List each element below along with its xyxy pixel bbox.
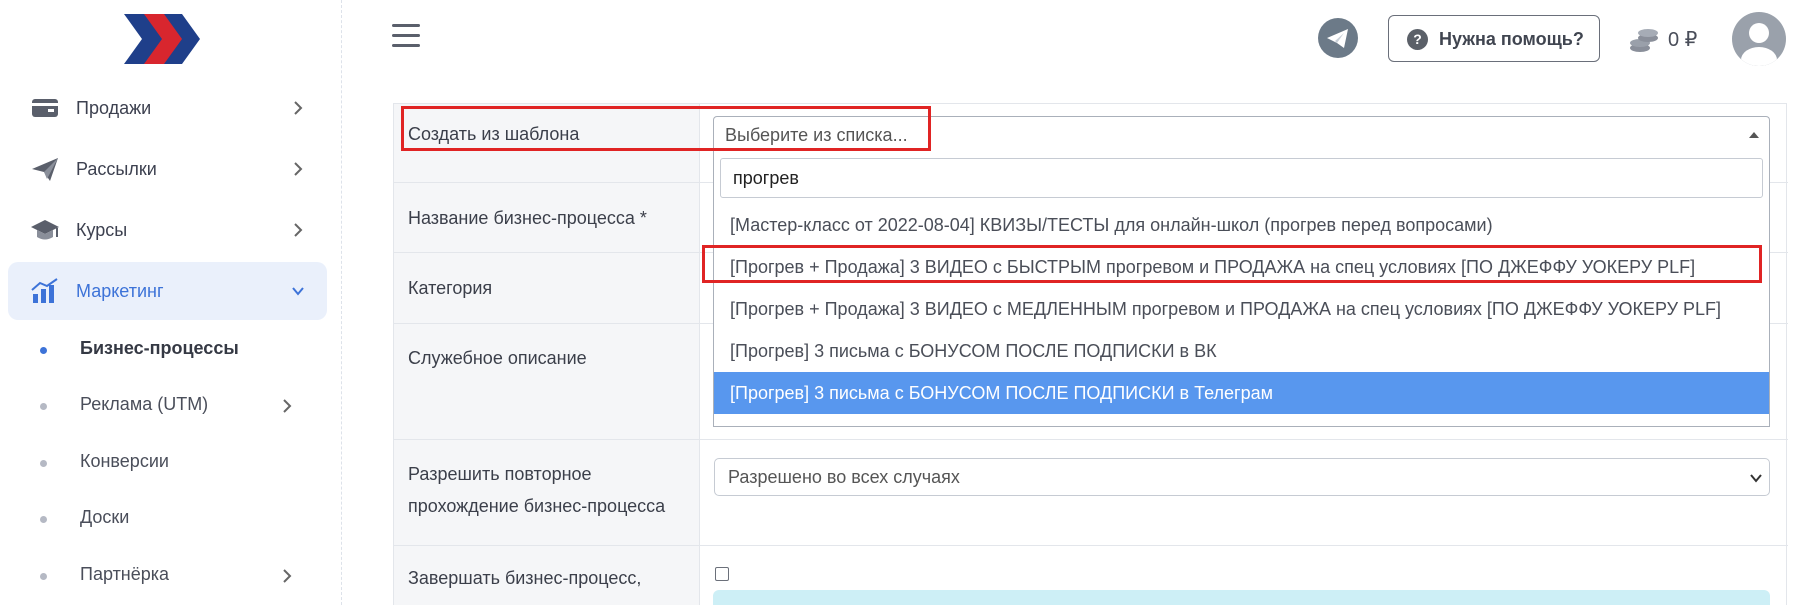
template-option[interactable]: [Прогрев + Продажа] 3 ВИДЕО с МЕДЛЕННЫМ …: [714, 288, 1769, 330]
repeat-policy-value: Разрешено во всех случаях: [728, 467, 960, 487]
field-label-unsubscribe-line2: если контакт отписался от: [408, 594, 629, 605]
field-label-template: Создать из шаблона: [408, 124, 580, 144]
field-label-name: Название бизнес-процесса *: [408, 208, 647, 228]
sidebar-item-courses[interactable]: Курсы: [8, 201, 327, 259]
field-label-description: Служебное описание: [408, 348, 587, 368]
field-label-unsubscribe-line1: Завершать бизнес-процесс,: [408, 568, 642, 588]
user-icon: [1741, 23, 1777, 66]
template-select-placeholder: Выберите из списка...: [725, 125, 908, 145]
telegram-icon: [1327, 29, 1348, 48]
field-label-category: Категория: [408, 278, 493, 298]
chevron-down-icon: [1750, 474, 1762, 483]
bullet-icon: [40, 460, 47, 467]
sidebar-item-label: Курсы: [76, 219, 128, 240]
chart-icon: [30, 277, 60, 305]
info-alert: [713, 590, 1770, 605]
chevron-right-icon: [291, 99, 305, 117]
bullet-icon: [40, 516, 47, 523]
help-button[interactable]: ? Нужна помощь?: [1388, 15, 1600, 62]
hamburger-icon: [392, 34, 420, 37]
form-row-repeat: Разрешить повторное прохождение бизнес-п…: [394, 440, 1788, 546]
sidebar-item-label: Маркетинг: [76, 280, 164, 301]
sidebar-subitem-ads-utm[interactable]: Реклама (UTM): [0, 380, 327, 432]
template-option[interactable]: [Прогрев + Продажа] 3 ВИДЕО с БЫСТРЫМ пр…: [714, 246, 1769, 288]
sidebar-item-label: Рассылки: [76, 158, 157, 179]
template-select[interactable]: Выберите из списка...: [713, 116, 1770, 152]
template-option[interactable]: [Прогрев] 3 письма с БОНУСОМ ПОСЛЕ ПОДПИ…: [714, 330, 1769, 372]
sidebar-subitem-label: Конверсии: [80, 451, 169, 471]
hamburger-icon: [392, 24, 420, 27]
sidebar-subitem-label: Партнёрка: [80, 564, 170, 584]
hamburger-icon: [392, 44, 420, 47]
unsubscribe-checkbox[interactable]: [715, 567, 729, 581]
sidebar-subitem-affiliate[interactable]: Партнёрка: [0, 550, 327, 602]
user-avatar[interactable]: [1732, 12, 1786, 66]
sidebar-item-marketing[interactable]: Маркетинг: [8, 262, 327, 320]
field-label-repeat-line1: Разрешить повторное: [408, 464, 592, 484]
wallet-icon: [30, 94, 60, 122]
bullet-icon: [40, 347, 47, 354]
sidebar-subitem-boards[interactable]: Доски: [0, 493, 327, 545]
chevron-right-icon: [280, 397, 294, 415]
chevron-down-icon: [291, 282, 305, 300]
bullet-icon: [40, 573, 47, 580]
balance-amount: 0 ₽: [1668, 29, 1698, 51]
sidebar-item-mailings[interactable]: Рассылки: [8, 140, 327, 198]
template-search-input[interactable]: прогрев: [720, 158, 1763, 198]
sidebar: Продажи Рассылки Курсы Маркетинг Бизнес-…: [0, 0, 342, 605]
chevron-right-icon: [280, 567, 294, 585]
template-option-selected[interactable]: [Прогрев] 3 письма с БОНУСОМ ПОСЛЕ ПОДПИ…: [714, 372, 1769, 414]
sidebar-subitem-label: Бизнес-процессы: [80, 338, 239, 358]
help-button-label: Нужна помощь?: [1439, 29, 1584, 49]
chevron-right-icon: [291, 221, 305, 239]
template-option[interactable]: [Мастер-класс от 2022-08-04] КВИЗЫ/ТЕСТЫ…: [714, 204, 1769, 246]
sidebar-subitem-conversions[interactable]: Конверсии: [0, 437, 327, 489]
chevron-right-icon: [291, 160, 305, 178]
telegram-button[interactable]: [1318, 18, 1358, 58]
coins-icon: [1628, 24, 1660, 54]
graduation-cap-icon: [30, 216, 60, 244]
question-icon: ?: [1407, 29, 1428, 50]
bullet-icon: [40, 403, 47, 410]
template-dropdown-panel: прогрев [Мастер-класс от 2022-08-04] КВИ…: [713, 152, 1770, 427]
sidebar-item-sales[interactable]: Продажи: [8, 79, 327, 137]
paper-plane-icon: [30, 155, 60, 183]
caret-up-icon: [1749, 132, 1759, 138]
repeat-policy-select[interactable]: Разрешено во всех случаях: [714, 458, 1770, 496]
sidebar-subitem-label: Реклама (UTM): [80, 394, 209, 414]
sidebar-subitem-label: Доски: [80, 507, 130, 527]
sidebar-subitem-business-processes[interactable]: Бизнес-процессы: [0, 324, 327, 376]
brand-logo[interactable]: [124, 14, 204, 64]
menu-toggle-button[interactable]: [392, 24, 420, 50]
field-label-repeat-line2: прохождение бизнес-процесса: [408, 496, 666, 516]
sidebar-item-label: Продажи: [76, 97, 152, 118]
